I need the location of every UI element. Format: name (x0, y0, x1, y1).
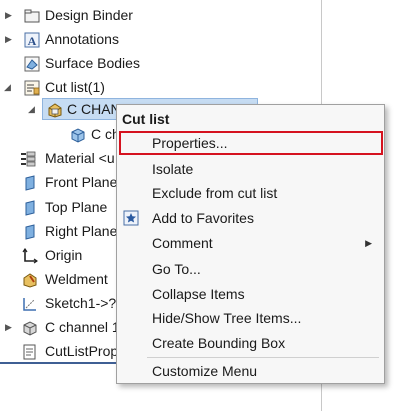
tree-item-label: Weldment (45, 271, 108, 287)
expand-arrow-icon[interactable]: ▶ (5, 28, 15, 50)
menu-item-label: Properties... (152, 135, 228, 151)
tree-bottom-divider (0, 362, 117, 364)
menu-item-hide-show-tree-items[interactable]: Hide/Show Tree Items... (117, 306, 384, 330)
submenu-arrow-icon: ▶ (365, 238, 372, 248)
menu-item-label: Go To... (152, 261, 201, 277)
tree-item-label: Right Plane (45, 223, 118, 239)
tree-item-label: Top Plane (45, 199, 108, 215)
collapse-arrow-icon[interactable]: ◢ (4, 76, 14, 98)
tree-item-label: Sketch1->? (45, 295, 117, 311)
menu-item-label: Collapse Items (152, 286, 245, 302)
tree-item-annotations[interactable]: ▶ A Annotations (0, 28, 320, 50)
tree-item-label: Origin (45, 247, 83, 263)
tree-item-label: Surface Bodies (45, 55, 140, 71)
menu-item-label: Customize Menu (152, 363, 258, 379)
menu-item-label: Create Bounding Box (152, 335, 286, 351)
plane-icon (25, 224, 35, 240)
tree-item-label: CutListProp (45, 343, 119, 359)
menu-item-label: Add to Favorites (152, 210, 254, 226)
tree-item-label: Front Plane (45, 174, 118, 190)
folder-icon (24, 9, 40, 23)
tree-item-label: Material <u (45, 150, 115, 166)
cut-list-properties-icon (23, 344, 36, 360)
tree-item-label: C channel 1 (45, 319, 120, 335)
tree-item-label: Annotations (45, 31, 119, 47)
tree-item-label: C CHAN (67, 101, 121, 117)
collapse-arrow-icon[interactable]: ◢ (28, 98, 38, 120)
material-icon (21, 151, 36, 167)
menu-item-customize-menu[interactable]: Customize Menu (117, 359, 384, 383)
svg-text:A: A (28, 34, 37, 48)
menu-item-add-to-favorites[interactable]: Add to Favorites (117, 206, 384, 230)
menu-item-properties[interactable]: Properties... (119, 131, 383, 155)
tree-item-label: Cut list(1) (45, 79, 105, 95)
cut-list-item-icon (48, 103, 62, 118)
surface-bodies-icon (24, 56, 40, 72)
origin-icon (22, 248, 38, 264)
tree-item-surface-bodies[interactable]: Surface Bodies (0, 52, 320, 74)
tree-item-cut-list[interactable]: ◢ Cut list(1) (0, 76, 320, 98)
cut-list-icon (24, 80, 40, 96)
context-menu-title: Cut list (122, 111, 170, 127)
menu-item-collapse-items[interactable]: Collapse Items (117, 282, 384, 306)
menu-item-go-to[interactable]: Go To... (117, 257, 384, 281)
menu-item-label: Exclude from cut list (152, 185, 278, 201)
solid-body-icon (71, 128, 85, 143)
plane-icon (25, 200, 35, 216)
menu-item-create-bounding-box[interactable]: Create Bounding Box (117, 331, 384, 355)
menu-item-exclude-from-cut-list[interactable]: Exclude from cut list (117, 181, 384, 205)
tree-item-design-binder[interactable]: ▶ Design Binder (0, 4, 320, 26)
context-menu: Cut list Properties... Isolate Exclude f… (116, 104, 385, 384)
expand-arrow-icon[interactable]: ▶ (5, 4, 15, 26)
menu-item-label: Comment (152, 235, 213, 251)
sketch-icon (23, 298, 36, 311)
menu-item-isolate[interactable]: Isolate (117, 157, 384, 181)
favorites-star-icon (123, 210, 139, 226)
plane-icon (25, 175, 35, 191)
menu-separator (147, 357, 379, 358)
weldment-icon (23, 273, 37, 288)
menu-item-label: Hide/Show Tree Items... (152, 310, 302, 326)
annotations-icon: A (24, 32, 40, 48)
tree-item-label: Design Binder (45, 7, 133, 23)
expand-arrow-icon[interactable]: ▶ (5, 316, 15, 338)
structural-member-icon (23, 321, 37, 336)
menu-item-label: Isolate (152, 161, 194, 177)
menu-item-comment[interactable]: Comment ▶ (117, 231, 384, 255)
